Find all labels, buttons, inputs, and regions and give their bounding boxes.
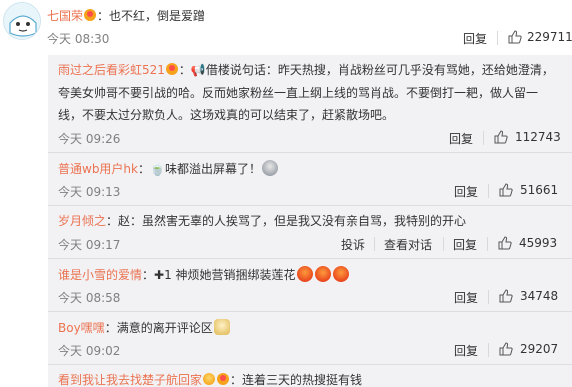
vip-badge-icon (84, 9, 97, 21)
comment-text: ：也不红，倒是爱蹭 (97, 9, 206, 23)
reply-button[interactable]: 回复 (454, 289, 478, 306)
divider (483, 131, 484, 145)
emoji-icon (296, 266, 313, 282)
thumb-up-icon[interactable] (499, 342, 513, 356)
reply-line: 岁月倾之：赵：虽然害无辜的人挨骂了，但是我又没有亲自骂，我特别的开心 (58, 213, 466, 229)
comment-line: 七国荣 ：也不红，倒是爱蹭 (47, 8, 205, 24)
reply-text: ：连着三天的热搜挺有钱 (230, 373, 363, 387)
thumb-up-icon[interactable] (508, 30, 522, 44)
reply-button[interactable]: 回复 (454, 183, 478, 200)
divider (488, 184, 489, 198)
username[interactable]: 谁是小雪的爱情 (58, 268, 142, 282)
reply-time: 今天 09:26 (58, 132, 121, 146)
emoji-icon (332, 266, 349, 282)
divider (488, 290, 489, 304)
avatar[interactable] (3, 2, 41, 40)
divider (497, 31, 498, 45)
thumb-up-icon[interactable] (498, 236, 512, 250)
username[interactable]: 岁月倾之 (58, 214, 106, 228)
reply-divider (48, 364, 572, 365)
reply-line: 看到我让我去找楚子航回家 ：连着三天的热搜挺有钱 (58, 372, 362, 387)
vip-badge-icon (165, 63, 178, 75)
reply-divider (48, 152, 572, 153)
username[interactable]: Boy嘿嘿 (58, 321, 105, 335)
username[interactable]: 雨过之后看彩虹521 (58, 63, 165, 77)
emoji-icon (203, 373, 216, 385)
reply-button[interactable]: 回复 (449, 130, 473, 147)
username[interactable]: 普通wb用户hk (58, 162, 138, 176)
reply-text-continued: 夸美女帅哥不要引战的哈。反而她家粉丝一直上纲上线的骂肖战。不要倒打一耙，做人留一 (58, 86, 539, 100)
reply-button[interactable]: 回复 (463, 30, 487, 47)
reply-time: 今天 09:02 (58, 344, 121, 358)
emoji-icon (261, 160, 278, 176)
reply-text: ：赵：虽然害无辜的人挨骂了，但是我又没有亲自骂，我特别的开心 (106, 214, 467, 228)
reply-time: 今天 08:58 (58, 291, 121, 305)
reply-text-continued: 线，不要太过分欺负人。这场戏真的可以结束了，赶紧散场吧。 (58, 108, 395, 122)
username[interactable]: 七国荣 (47, 9, 83, 23)
reply-time: 今天 09:13 (58, 185, 121, 199)
reply-time: 今天 09:17 (58, 238, 121, 252)
thumb-up-icon[interactable] (499, 289, 513, 303)
reply-line: 谁是小雪的爱情：✚1 神烦她营销捆绑装莲花 (58, 266, 350, 283)
reply-text: ：满意的离开评论区 (104, 321, 213, 335)
reply-button[interactable]: 回复 (454, 342, 478, 359)
like-count: 45993 (519, 236, 558, 250)
reply-text: ：📢借楼说句话：昨天热搜，肖战粉丝可几乎没有骂她，还给她澄清， (178, 63, 554, 77)
reply-line: 雨过之后看彩虹521 ：📢借楼说句话：昨天热搜，肖战粉丝可几乎没有骂她，还给她澄清… (58, 62, 554, 78)
reply-divider (48, 311, 572, 312)
reply-divider (48, 205, 572, 206)
view-conversation-button[interactable]: 查看对话 (384, 236, 432, 253)
reply-button[interactable]: 回复 (453, 236, 477, 253)
like-count: 51661 (520, 183, 559, 197)
report-button[interactable]: 投诉 (341, 236, 365, 253)
like-count: 34748 (520, 289, 559, 303)
reply-line: 普通wb用户hk：🍵味都溢出屏幕了！ (58, 160, 279, 177)
vip-badge-icon (217, 373, 230, 385)
divider (488, 343, 489, 357)
divider (443, 237, 444, 251)
reply-text: ：✚1 神烦她营销捆绑装莲花 (142, 268, 296, 282)
emoji-icon (213, 319, 230, 335)
like-count: 229711 (527, 30, 572, 44)
divider (487, 237, 488, 251)
thumb-up-icon[interactable] (494, 130, 508, 144)
like-count: 112743 (515, 130, 561, 144)
thumb-up-icon[interactable] (499, 183, 513, 197)
reply-divider (48, 258, 572, 259)
comment-time: 今天 08:30 (47, 32, 110, 46)
emoji-icon (314, 266, 331, 282)
like-count: 29207 (520, 342, 559, 356)
divider (374, 237, 375, 251)
reply-line: Boy嘿嘿：满意的离开评论区 (58, 319, 231, 336)
reply-text: ：🍵味都溢出屏幕了！ (138, 162, 261, 176)
top-comment: 七国荣 ：也不红，倒是爱蹭 今天 08:30 回复 229711 (0, 0, 572, 52)
username[interactable]: 看到我让我去找楚子航回家 (58, 373, 202, 387)
